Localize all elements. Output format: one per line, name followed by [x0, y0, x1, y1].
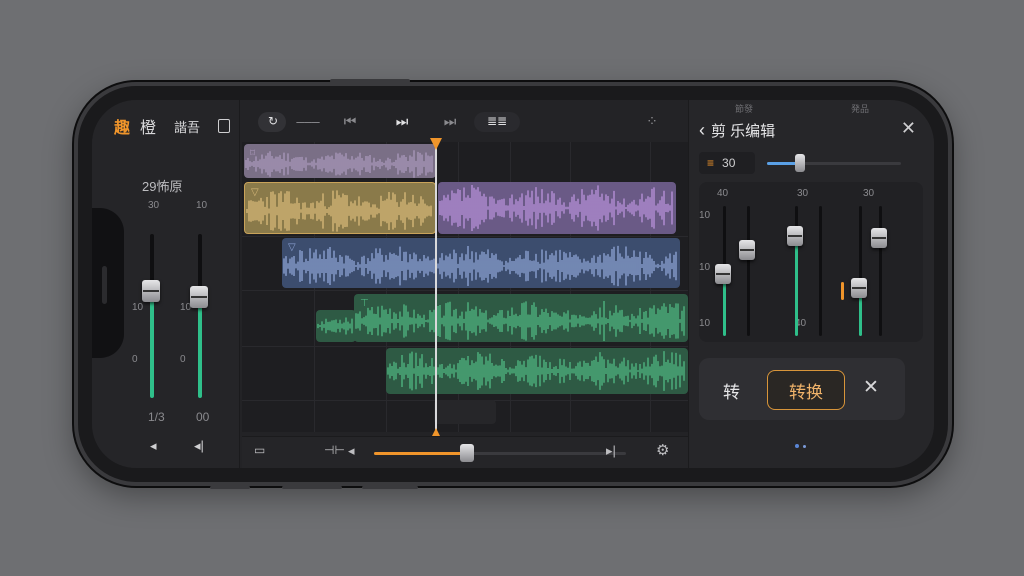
channel-fader-knob[interactable]: [739, 240, 755, 260]
fader-top-label: 30: [148, 200, 160, 211]
channel-fader-knob[interactable]: [787, 226, 803, 246]
fader-level-fill: [198, 300, 202, 398]
fader-top-label: 10: [196, 200, 208, 211]
transport-toolbar: ↻ ‒‒‒ ⏮ ⏭ ⏭ ≣≣ ⁘: [242, 100, 688, 140]
panel-subtitle: 発品: [851, 104, 870, 114]
mixer-scale-label: 10: [699, 318, 711, 329]
rewind-button[interactable]: ⏮: [338, 110, 362, 132]
phone-notch: [92, 208, 124, 358]
mixer-top-label: 30: [797, 188, 809, 199]
mixer-scale-label: 10: [699, 210, 711, 221]
close-icon[interactable]: ✕: [901, 118, 916, 139]
trim-icon[interactable]: ⊣⊢: [324, 443, 345, 457]
mixer-scale-label: 10: [699, 262, 711, 273]
panel-subtitle: 節發: [735, 104, 754, 114]
channel-fader-knob[interactable]: [715, 264, 731, 284]
clip-marker-icon[interactable]: ▽: [251, 187, 259, 198]
playhead[interactable]: [435, 140, 437, 432]
fader-knob[interactable]: [190, 286, 208, 308]
mixer-top-label: 30: [863, 188, 875, 199]
fader-level-fill: [150, 292, 154, 398]
empty-clip-slot[interactable]: [434, 400, 496, 424]
convert-label: 转: [723, 383, 740, 402]
position-slider-fill: [374, 452, 468, 455]
fader-value: 1/3: [148, 410, 165, 424]
channel-fader-knob[interactable]: [871, 228, 887, 248]
speaker-icon[interactable]: ◂: [150, 438, 157, 454]
metronome-button[interactable]: ‒‒‒: [294, 110, 322, 132]
phone-bottom-button: [210, 486, 250, 489]
convert-bar: 转 转换 ✕: [699, 358, 905, 420]
edit-panel: 節發 発品 ‹ 剪 乐编辑 ✕ ≡ 30 40 30 30 10 10 10 4…: [688, 100, 934, 468]
panel-title-text: 剪 乐编辑: [711, 123, 776, 140]
timeline-area[interactable]: ⌑ ▽ ▽ ⊤: [242, 142, 688, 432]
volume-fader-1[interactable]: 30 10 0: [132, 200, 172, 420]
track-panel-header: 趣 橙 諧吾: [114, 114, 231, 138]
value-field[interactable]: ≡ 30: [699, 152, 755, 174]
volume-fader-2[interactable]: 10 10 0: [180, 200, 220, 420]
tempo-button[interactable]: 諧吾: [174, 117, 200, 136]
phone-bottom-button: [362, 486, 418, 489]
fader-knob[interactable]: [142, 280, 160, 302]
forward-button[interactable]: ⏭: [438, 110, 462, 132]
audio-clip[interactable]: ▽: [244, 182, 436, 234]
page-indicator[interactable]: [795, 444, 806, 448]
document-icon[interactable]: [218, 119, 231, 133]
list-icon: ≡: [707, 156, 715, 170]
phone-bottom-button: [282, 486, 342, 489]
tracks-icon[interactable]: ≣≣: [480, 110, 514, 132]
folder-icon[interactable]: ▭: [254, 443, 265, 457]
clip-marker-icon[interactable]: ▽: [288, 242, 296, 253]
loop-icon[interactable]: ↻: [264, 110, 282, 132]
track-name: 29怖原: [142, 179, 183, 194]
play-button[interactable]: ⏭: [390, 110, 414, 132]
app-logo-icon[interactable]: 趣: [114, 114, 130, 138]
settings-icon[interactable]: ⁘: [642, 110, 662, 132]
mixer-top-label: 40: [717, 188, 729, 199]
phone-side-button: [330, 79, 410, 83]
parameter-slider-knob[interactable]: [795, 154, 805, 172]
mode-button[interactable]: 橙: [140, 114, 156, 138]
peak-indicator: [841, 282, 844, 300]
app-screen: 趣 橙 諧吾 29怖原 30 10 0 10 10 0 1/3 00 ◂ ◂|: [92, 100, 934, 468]
clip-marker-icon[interactable]: ⌑: [250, 148, 255, 159]
fader-scale-label: 10: [132, 302, 144, 313]
back-icon[interactable]: ‹: [699, 120, 705, 141]
fader-scale-label: 0: [132, 354, 138, 365]
audio-clip[interactable]: [438, 182, 676, 234]
mixer-panel: 40 30 30 10 10 10 40: [699, 182, 923, 342]
value-text: 30: [722, 156, 736, 170]
clip-marker-icon[interactable]: ⊤: [360, 298, 369, 309]
panel-title: ‹ 剪 乐编辑: [699, 120, 775, 141]
fader-value: 00: [196, 410, 210, 424]
speaker-mute-icon[interactable]: ◂|: [194, 438, 204, 454]
audio-clip[interactable]: [316, 310, 356, 342]
gear-icon[interactable]: ⚙: [656, 441, 669, 459]
convert-button[interactable]: 转换: [767, 370, 845, 410]
playback-bar: ▭ ⊣⊢ ◂ ▸| ⚙: [242, 436, 688, 468]
audio-clip[interactable]: ⌑: [244, 144, 436, 178]
channel-fader-knob[interactable]: [851, 278, 867, 298]
position-slider-knob[interactable]: [460, 444, 475, 462]
audio-clip[interactable]: ⊤: [354, 294, 688, 342]
volume-icon[interactable]: ◂: [348, 443, 355, 459]
skip-end-icon[interactable]: ▸|: [606, 443, 616, 459]
audio-clip[interactable]: ▽: [282, 238, 680, 288]
close-icon[interactable]: ✕: [863, 376, 879, 399]
fader-scale-label: 0: [180, 354, 186, 365]
channel-level: [795, 238, 798, 336]
audio-clip[interactable]: [386, 348, 688, 394]
